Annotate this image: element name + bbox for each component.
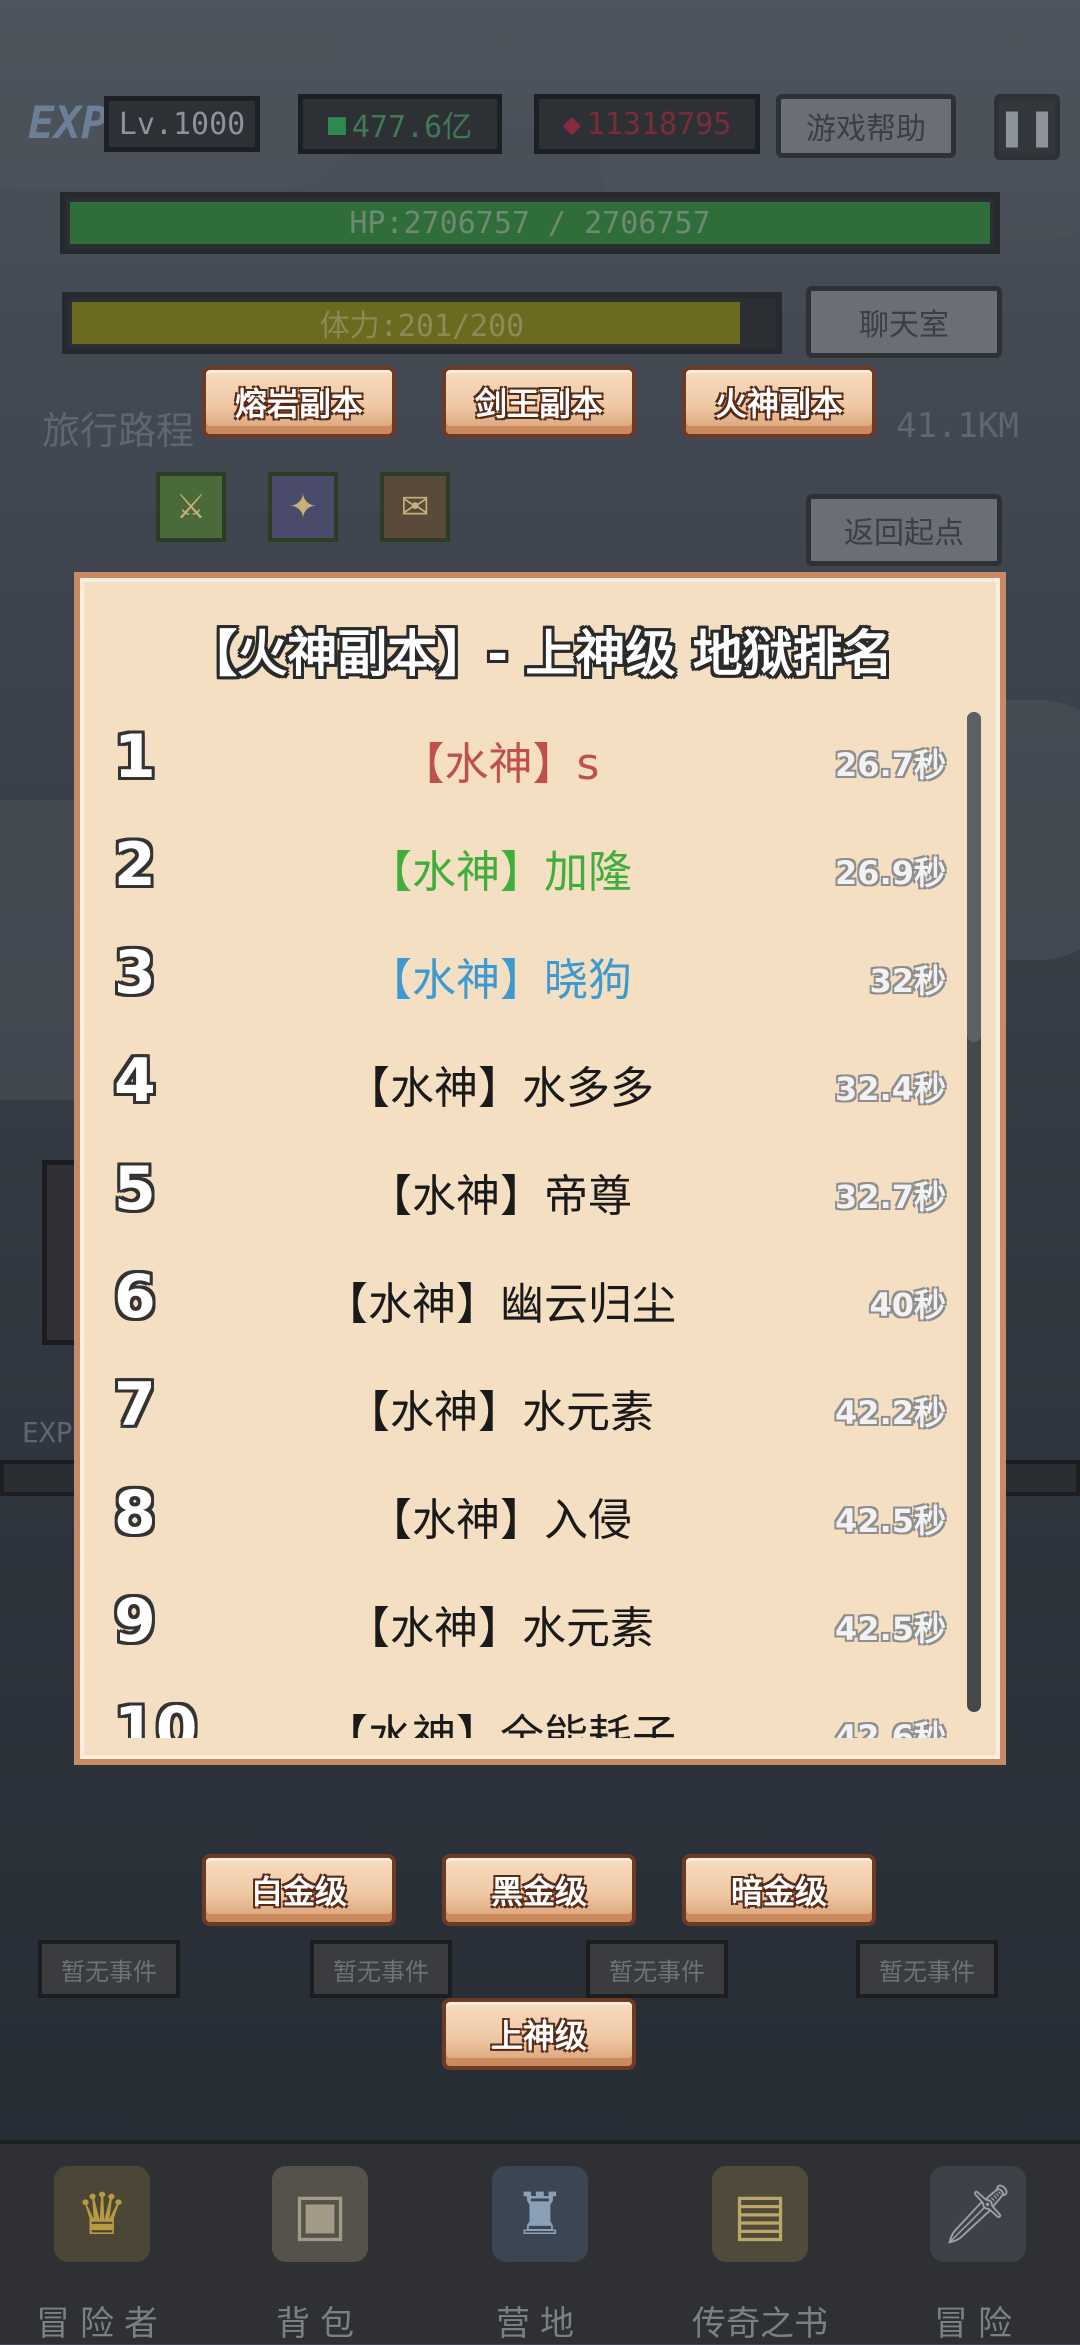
- rank-number: 10: [114, 1694, 198, 1738]
- player-name: 【水神】加隆: [368, 847, 632, 898]
- camp-icon: ♜: [492, 2166, 588, 2262]
- rank-number: 3: [114, 938, 156, 1008]
- gem-icon: ■: [327, 106, 346, 142]
- distance-value: 41.1KM: [896, 406, 1019, 446]
- hp-text: HP:2706757 / 2706757: [349, 205, 711, 241]
- nav-backpack[interactable]: ▣ 背包: [220, 2144, 420, 2344]
- exp-bar-label: EXP: [22, 1416, 73, 1449]
- ranking-modal: 【火神副本】- 上神级 地狱排名 1 【水神】s 26.7秒 2 【水神】加隆 26.9秒…: [74, 572, 1006, 1765]
- gem-count: 477.6亿: [351, 110, 473, 145]
- tab-fire-god-dungeon[interactable]: 火神副本: [682, 366, 876, 438]
- rank-number: 8: [114, 1478, 156, 1548]
- backpack-icon: ▣: [272, 2166, 368, 2262]
- ranking-row: 2 【水神】加隆 26.9秒: [80, 816, 980, 924]
- player-name: 【水神】入侵: [368, 1495, 632, 1546]
- nav-adventure[interactable]: 🗡 冒险: [878, 2144, 1078, 2344]
- nav-label: 营地: [496, 2304, 584, 2344]
- ranking-row: 8 【水神】入侵 42.5秒: [80, 1464, 980, 1572]
- event-card-label: 暂无事件: [856, 1940, 998, 1998]
- scroll-icon[interactable]: ✉: [380, 472, 450, 542]
- rank-number: 5: [114, 1154, 156, 1224]
- clear-time: 42.5秒: [835, 1502, 946, 1540]
- level-display: Lv.1000: [104, 96, 260, 152]
- ranking-row: 9 【水神】水元素 42.5秒: [80, 1572, 980, 1680]
- clear-time: 40秒: [869, 1286, 946, 1324]
- rank-number: 6: [114, 1262, 156, 1332]
- ranking-row: 3 【水神】晓狗 32秒: [80, 924, 980, 1032]
- player-name: 【水神】水元素: [346, 1603, 654, 1654]
- tab-platinum-tier[interactable]: 白金级: [202, 1854, 396, 1926]
- clear-time: 42.6秒: [835, 1718, 946, 1738]
- gem-counter: ■ 477.6亿: [298, 94, 502, 154]
- rank-number: 7: [114, 1370, 156, 1440]
- sword-icon: 🗡: [930, 2166, 1026, 2262]
- clear-time: 42.5秒: [835, 1610, 946, 1648]
- travel-label: 旅行路程: [42, 409, 195, 453]
- ruby-count: 11318795: [586, 106, 732, 142]
- wizard-icon[interactable]: ✦: [268, 472, 338, 542]
- stamina-text: 体力:201/200: [319, 309, 525, 344]
- stamina-bar: 体力:201/200: [62, 292, 782, 354]
- clear-time: 42.2秒: [835, 1394, 946, 1432]
- clear-time: 32.7秒: [835, 1178, 946, 1216]
- game-help-button[interactable]: 游戏帮助: [776, 94, 956, 158]
- player-name: 【水神】晓狗: [368, 955, 632, 1006]
- clear-time: 32.4秒: [835, 1070, 946, 1108]
- crossed-swords-icon[interactable]: ⚔: [156, 472, 226, 542]
- ranking-row: 10 【水神】全能耗子 42.6秒: [80, 1680, 980, 1738]
- nav-label: 冒险: [934, 2304, 1022, 2344]
- rank-number: 4: [114, 1046, 156, 1116]
- clear-time: 32秒: [869, 962, 946, 1000]
- ranking-row: 4 【水神】水多多 32.4秒: [80, 1032, 980, 1140]
- hp-bar: HP:2706757 / 2706757: [60, 192, 1000, 254]
- ranking-row: 6 【水神】幽云归尘 40秒: [80, 1248, 980, 1356]
- player-name: 【水神】全能耗子: [324, 1711, 676, 1738]
- pause-button[interactable]: ❚❚: [994, 94, 1060, 160]
- ruby-counter: ◆ 11318795: [534, 94, 760, 154]
- ranking-scrollbar[interactable]: [967, 712, 981, 1712]
- event-card-label: 暂无事件: [586, 1940, 728, 1998]
- pause-icon: ❚❚: [996, 106, 1058, 148]
- book-icon: ▤: [712, 2166, 808, 2262]
- event-card-label: 暂无事件: [38, 1940, 180, 1998]
- event-card-label: 暂无事件: [310, 1940, 452, 1998]
- player-name: 【水神】帝尊: [368, 1171, 632, 1222]
- tab-sword-king-dungeon[interactable]: 剑王副本: [442, 366, 636, 438]
- ruby-icon: ◆: [562, 106, 581, 142]
- ranking-row: 1 【水神】s 26.7秒: [80, 708, 980, 816]
- return-start-button[interactable]: 返回起点: [806, 494, 1002, 566]
- bottom-navigation: ♛ 冒险者 ▣ 背包 ♜ 营地 ▤ 传奇之书 🗡 冒险: [0, 2140, 1080, 2344]
- nav-legend-book[interactable]: ▤ 传奇之书: [660, 2144, 860, 2344]
- ranking-list[interactable]: 1 【水神】s 26.7秒 2 【水神】加隆 26.9秒 3 【水神】晓狗 32秒 4 【水神】水多…: [80, 708, 980, 1738]
- tab-lava-dungeon[interactable]: 熔岩副本: [202, 366, 396, 438]
- tab-dark-gold-tier[interactable]: 暗金级: [682, 1854, 876, 1926]
- player-name: 【水神】水多多: [346, 1063, 654, 1114]
- rank-number: 1: [114, 722, 156, 792]
- player-name: 【水神】水元素: [346, 1387, 654, 1438]
- player-name: 【水神】幽云归尘: [324, 1279, 676, 1330]
- exp-icon: EXP: [28, 98, 108, 149]
- scrollbar-thumb[interactable]: [967, 712, 981, 1042]
- player-name: 【水神】s: [400, 739, 600, 790]
- ranking-row: 5 【水神】帝尊 32.7秒: [80, 1140, 980, 1248]
- tab-upper-god-tier[interactable]: 上神级: [442, 1998, 636, 2070]
- chat-room-button[interactable]: 聊天室: [806, 286, 1002, 358]
- rank-number: 2: [114, 830, 156, 900]
- clear-time: 26.7秒: [835, 746, 946, 784]
- rank-number: 9: [114, 1586, 156, 1656]
- nav-adventurer[interactable]: ♛ 冒险者: [2, 2144, 202, 2344]
- ranking-row: 7 【水神】水元素 42.2秒: [80, 1356, 980, 1464]
- nav-camp[interactable]: ♜ 营地: [440, 2144, 640, 2344]
- crown-icon: ♛: [54, 2166, 150, 2262]
- clear-time: 26.9秒: [835, 854, 946, 892]
- tab-black-gold-tier[interactable]: 黑金级: [442, 1854, 636, 1926]
- nav-label: 冒险者: [36, 2304, 168, 2344]
- nav-label: 背包: [276, 2304, 364, 2344]
- modal-title: 【火神副本】- 上神级 地狱排名: [187, 625, 893, 683]
- nav-label: 传奇之书: [692, 2304, 828, 2344]
